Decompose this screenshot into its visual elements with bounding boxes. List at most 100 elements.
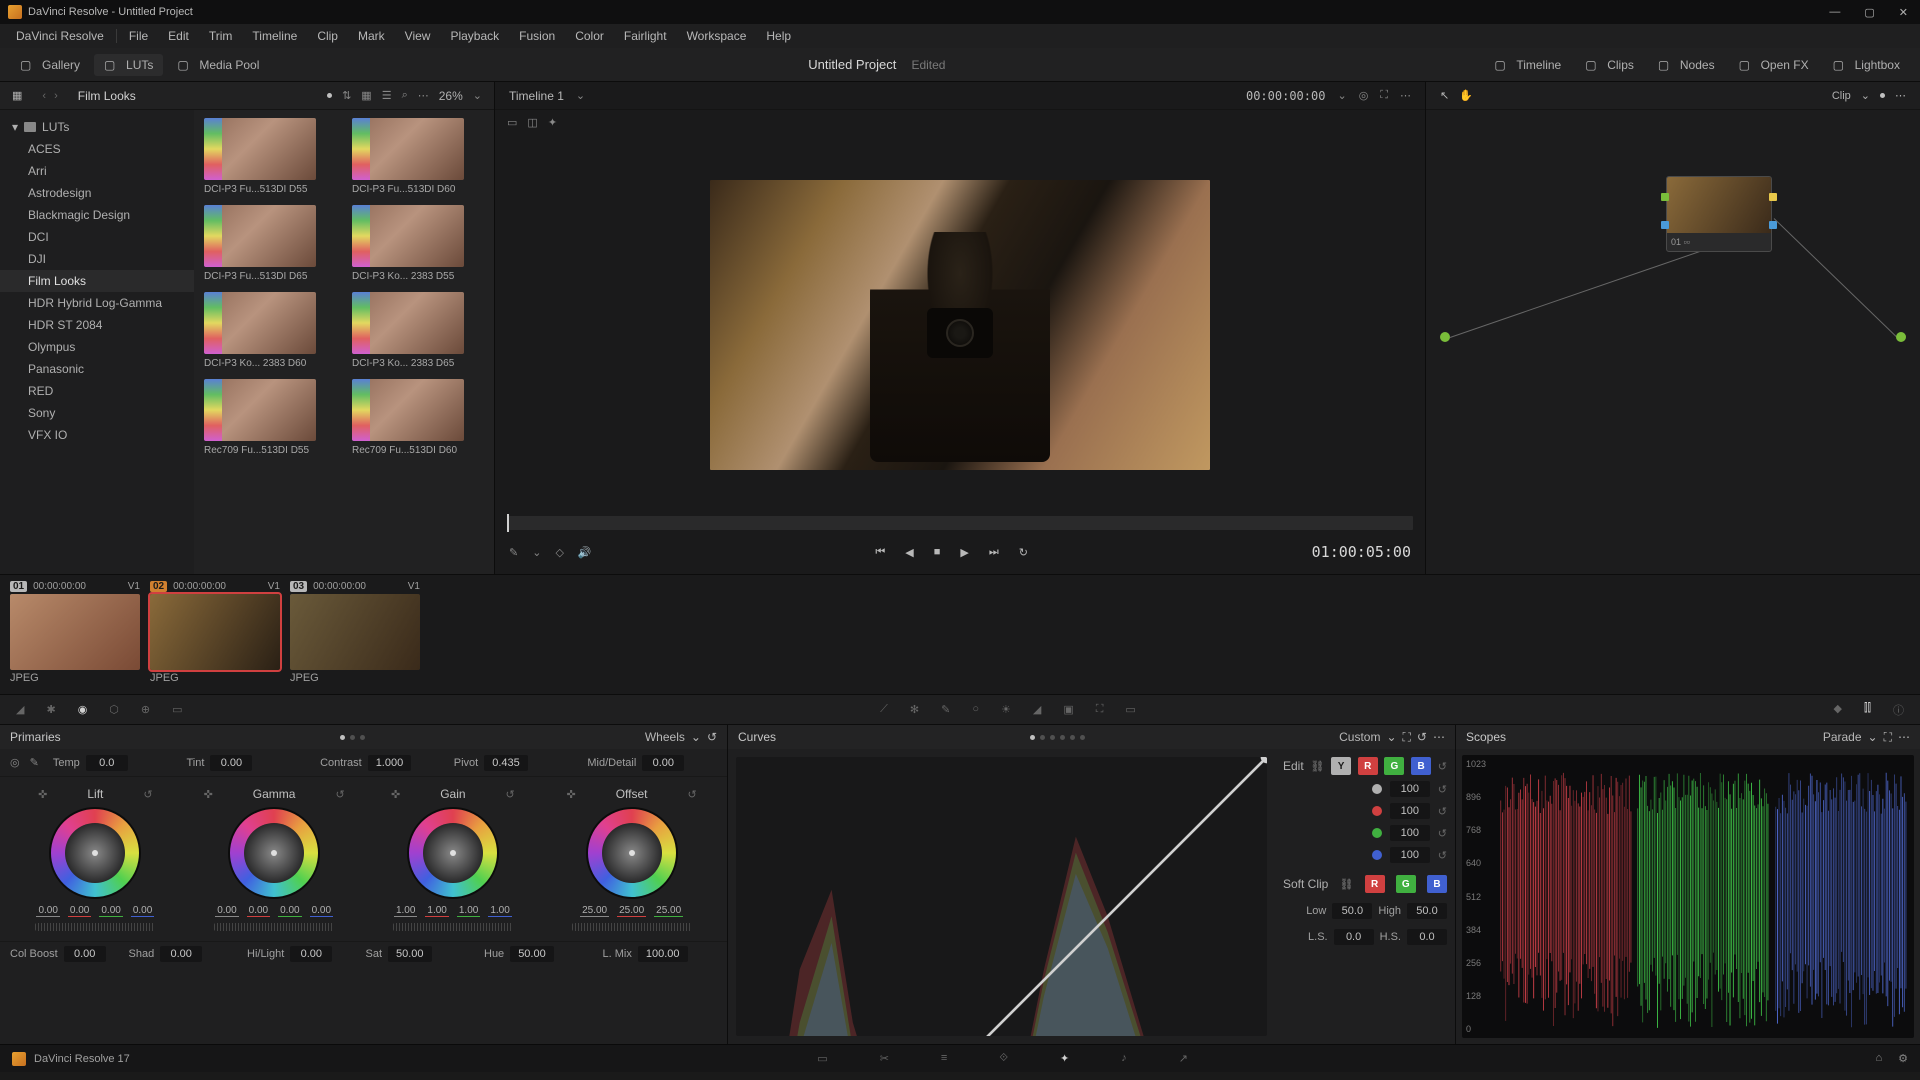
window-minimize-button[interactable]: —: [1825, 4, 1844, 21]
chevron-down-icon[interactable]: ⌄: [1337, 89, 1346, 102]
viewer-scrubber[interactable]: [507, 516, 1413, 530]
lut-item[interactable]: DCI-P3 Ko... 2383 D55: [352, 205, 484, 282]
picker-icon[interactable]: ✎: [939, 701, 952, 718]
softclip-g-button[interactable]: G: [1396, 875, 1416, 893]
node-mode-label[interactable]: Clip: [1832, 90, 1851, 102]
intensity-y-value[interactable]: 100: [1390, 781, 1430, 797]
lmix-value[interactable]: 100.00: [638, 946, 688, 962]
window-tool-icon[interactable]: ⬡: [107, 701, 121, 718]
tree-item-sony[interactable]: Sony: [0, 402, 194, 424]
curves-tool-icon[interactable]: ◢: [14, 701, 26, 718]
chevron-down-icon[interactable]: ⌄: [532, 546, 541, 559]
more-icon[interactable]: ⋯: [1898, 730, 1910, 744]
parade-scope[interactable]: 10238967686405123842561280: [1462, 755, 1914, 1038]
scopes-mode[interactable]: Parade: [1823, 730, 1862, 744]
reset-icon[interactable]: ↺: [707, 730, 717, 744]
reset-icon[interactable]: ↺: [143, 788, 152, 801]
mask-icon[interactable]: ○: [970, 701, 981, 718]
window-maximize-button[interactable]: ▢: [1860, 4, 1878, 21]
lightbox-button[interactable]: ▢Lightbox: [1823, 54, 1910, 76]
info-icon[interactable]: ⓘ: [1891, 700, 1906, 720]
hilight-value[interactable]: 0.00: [290, 946, 332, 962]
softclip-r-button[interactable]: R: [1365, 875, 1385, 893]
lut-item[interactable]: DCI-P3 Ko... 2383 D65: [352, 292, 484, 369]
tree-item-dci[interactable]: DCI: [0, 226, 194, 248]
node-output-port[interactable]: [1769, 193, 1777, 201]
node-alpha-out-port[interactable]: [1769, 221, 1777, 229]
chevron-down-icon[interactable]: ⌄: [576, 89, 585, 102]
temp-value[interactable]: 0.0: [86, 755, 128, 771]
expand-icon[interactable]: ⛶: [1380, 89, 1388, 102]
mediapool-button[interactable]: ▢Media Pool: [167, 54, 269, 76]
menu-trim[interactable]: Trim: [199, 26, 243, 46]
menu-view[interactable]: View: [395, 26, 441, 46]
tree-item-olympus[interactable]: Olympus: [0, 336, 194, 358]
wheel-slider[interactable]: [35, 923, 155, 931]
wheel-values[interactable]: 1.001.001.001.00: [394, 905, 512, 917]
reset-icon[interactable]: ↺: [1417, 730, 1427, 744]
magic-icon[interactable]: ✦: [548, 116, 557, 129]
clips-button[interactable]: ▢Clips: [1575, 54, 1644, 76]
sort-icon[interactable]: ⇅: [342, 89, 351, 102]
eye-icon[interactable]: ◎: [1359, 89, 1369, 102]
page-dot[interactable]: [1880, 93, 1885, 98]
prev-frame-button[interactable]: ◀: [903, 544, 915, 561]
reset-icon[interactable]: ↺: [506, 788, 515, 801]
channel-y-button[interactable]: Y: [1331, 757, 1351, 775]
wheel-slider[interactable]: [214, 923, 334, 931]
edit-page-icon[interactable]: ≡: [935, 1050, 953, 1067]
wheel-slider[interactable]: [572, 923, 692, 931]
page-dot[interactable]: [327, 93, 332, 98]
loop-button[interactable]: ↻: [1017, 544, 1030, 561]
settings-icon[interactable]: ⚙: [1898, 1052, 1908, 1065]
softclip-b-button[interactable]: B: [1427, 875, 1447, 893]
contrast-value[interactable]: 1.000: [368, 755, 412, 771]
keyframe-icon[interactable]: ◆: [1831, 700, 1843, 720]
color-page-icon[interactable]: ✦: [1054, 1050, 1075, 1067]
intensity-r-value[interactable]: 100: [1390, 803, 1430, 819]
play-button[interactable]: ▶: [958, 544, 970, 561]
sizing-icon[interactable]: ◢: [1031, 701, 1043, 718]
speaker-icon[interactable]: 🔊: [578, 546, 592, 559]
node-alpha-in-port[interactable]: [1661, 221, 1669, 229]
wheel-picker-icon[interactable]: ✜: [204, 788, 213, 801]
pivot-value[interactable]: 0.435: [484, 755, 528, 771]
lut-item[interactable]: DCI-P3 Fu...513DI D65: [204, 205, 336, 282]
hand-tool-icon[interactable]: ✋: [1459, 89, 1473, 102]
tree-item-vfx-io[interactable]: VFX IO: [0, 424, 194, 446]
hs-value[interactable]: 0.0: [1407, 929, 1447, 945]
tree-item-film-looks[interactable]: Film Looks: [0, 270, 194, 292]
reset-icon[interactable]: ↺: [335, 788, 344, 801]
intensity-g-value[interactable]: 100: [1390, 825, 1430, 841]
color-wheel[interactable]: [49, 807, 141, 899]
luts-button[interactable]: ▢LUTs: [94, 54, 163, 76]
link-icon[interactable]: ⛓: [1310, 760, 1324, 773]
middetail-value[interactable]: 0.00: [642, 755, 684, 771]
home-icon[interactable]: ⌂: [1875, 1052, 1882, 1065]
ls-value[interactable]: 0.0: [1334, 929, 1374, 945]
chevron-down-icon[interactable]: ⌄: [1868, 730, 1878, 744]
fx-icon[interactable]: ▭: [1123, 701, 1137, 718]
chevron-down-icon[interactable]: ⌄: [473, 89, 482, 102]
menu-mark[interactable]: Mark: [348, 26, 395, 46]
node-graph[interactable]: 01 ▫▫: [1426, 110, 1920, 574]
curves-graph[interactable]: [736, 757, 1267, 1036]
cut-page-icon[interactable]: ✂: [874, 1050, 895, 1067]
primaries-mode[interactable]: Wheels: [645, 730, 685, 744]
channel-b-button[interactable]: B: [1411, 757, 1431, 775]
picker-icon[interactable]: ✎: [509, 546, 518, 559]
blur-tool-icon[interactable]: ▭: [170, 701, 184, 718]
lut-item[interactable]: DCI-P3 Ko... 2383 D60: [204, 292, 336, 369]
wheels-tool-icon[interactable]: ◉: [76, 701, 90, 718]
menu-edit[interactable]: Edit: [158, 26, 199, 46]
tree-item-hdr-hybrid-log-gamma[interactable]: HDR Hybrid Log-Gamma: [0, 292, 194, 314]
wheel-values[interactable]: 0.000.000.000.00: [36, 905, 154, 917]
clip-item[interactable]: 0100:00:00:00V1JPEG: [10, 581, 140, 684]
tree-item-panasonic[interactable]: Panasonic: [0, 358, 194, 380]
reset-icon[interactable]: ↺: [1438, 849, 1447, 862]
tint-value[interactable]: 0.00: [210, 755, 252, 771]
tree-item-hdr-st-2084[interactable]: HDR ST 2084: [0, 314, 194, 336]
menu-color[interactable]: Color: [565, 26, 614, 46]
unmix-icon[interactable]: ◇: [555, 546, 563, 559]
more-icon[interactable]: ⋯: [1400, 89, 1411, 102]
